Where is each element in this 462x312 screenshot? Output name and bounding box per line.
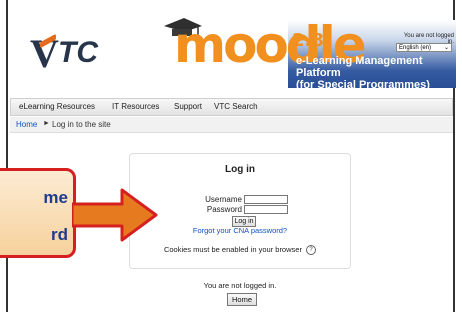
password-input[interactable]	[244, 205, 288, 214]
annotation-callout: me rd	[0, 168, 76, 258]
platform-title: e-Learning Management Platform (for Spec…	[296, 55, 456, 91]
cookies-note: Cookies must be enabled in your browser …	[130, 245, 350, 256]
breadcrumb-home-link[interactable]: Home	[16, 120, 37, 129]
platform-line-1: e-Learning Management Platform	[296, 55, 423, 79]
language-select[interactable]: English (en) ⌄	[396, 43, 452, 52]
nav-item-support[interactable]: Support	[174, 102, 202, 111]
username-input[interactable]	[244, 195, 288, 204]
nav-item-elearning-resources[interactable]: eLearning Resources	[19, 102, 95, 111]
home-button[interactable]: Home	[227, 293, 257, 306]
help-icon[interactable]: ?	[306, 245, 317, 256]
platform-line-2: (for Special Programmes)	[296, 79, 430, 91]
footer-login-status: You are not logged in.	[203, 281, 277, 290]
cookies-note-text: Cookies must be enabled in your browser	[163, 245, 302, 254]
callout-text: me rd	[0, 179, 68, 253]
annotation-arrow-icon	[72, 188, 158, 242]
breadcrumb-current: Log in to the site	[52, 120, 111, 129]
password-label: Password	[206, 205, 242, 214]
login-panel: Log in Username Password Log in Forgot y…	[129, 153, 351, 269]
nav-item-vtc-search[interactable]: VTC Search	[214, 102, 258, 111]
main-navbar: eLearning Resources IT Resources Support…	[10, 98, 453, 116]
breadcrumb: Home ► Log in to the site	[10, 117, 453, 133]
chevron-down-icon: ⌄	[443, 45, 449, 51]
breadcrumb-separator-icon: ►	[43, 120, 50, 127]
forgot-password-link[interactable]: Forgot your CNA password?	[130, 226, 350, 235]
callout-line-1: me	[43, 188, 68, 207]
callout-line-2: rd	[51, 225, 68, 244]
username-label: Username	[205, 195, 242, 204]
language-selected: English (en)	[399, 45, 432, 51]
nav-item-it-resources[interactable]: IT Resources	[112, 102, 159, 111]
moodle-version: 2.8	[292, 30, 324, 51]
login-title: Log in	[225, 164, 255, 175]
vtc-logo: V TC	[30, 31, 98, 76]
moodle-logo: moodle	[164, 18, 367, 76]
